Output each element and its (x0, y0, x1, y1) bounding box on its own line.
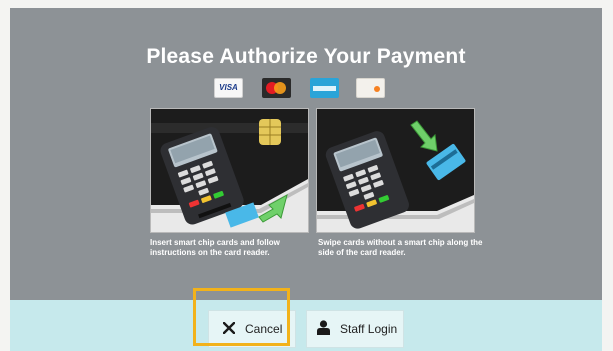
card-swipe-illustration (316, 108, 475, 233)
cancel-button[interactable]: Cancel (208, 310, 296, 348)
payment-screen: Please Authorize Your Payment VISA Inser… (10, 8, 602, 351)
accepted-cards: VISA (10, 78, 602, 100)
swipe-card-caption: Swipe cards without a smart chip along t… (318, 238, 483, 257)
user-icon (317, 320, 330, 338)
mastercard-logo (262, 78, 291, 98)
visa-logo: VISA (214, 78, 243, 98)
page-title: Please Authorize Your Payment (146, 45, 466, 68)
action-bar: Cancel Staff Login (10, 300, 602, 351)
staff-login-button-label: Staff Login (340, 322, 398, 336)
staff-login-button[interactable]: Staff Login (306, 310, 404, 348)
visa-logo-text: VISA (219, 83, 238, 92)
cancel-button-label: Cancel (245, 322, 283, 336)
chip-card-caption: Insert smart chip cards and follow instr… (150, 238, 280, 257)
chip-insert-illustration (150, 108, 309, 233)
amex-logo (310, 78, 339, 98)
close-icon (222, 320, 236, 337)
discover-logo (356, 78, 385, 98)
